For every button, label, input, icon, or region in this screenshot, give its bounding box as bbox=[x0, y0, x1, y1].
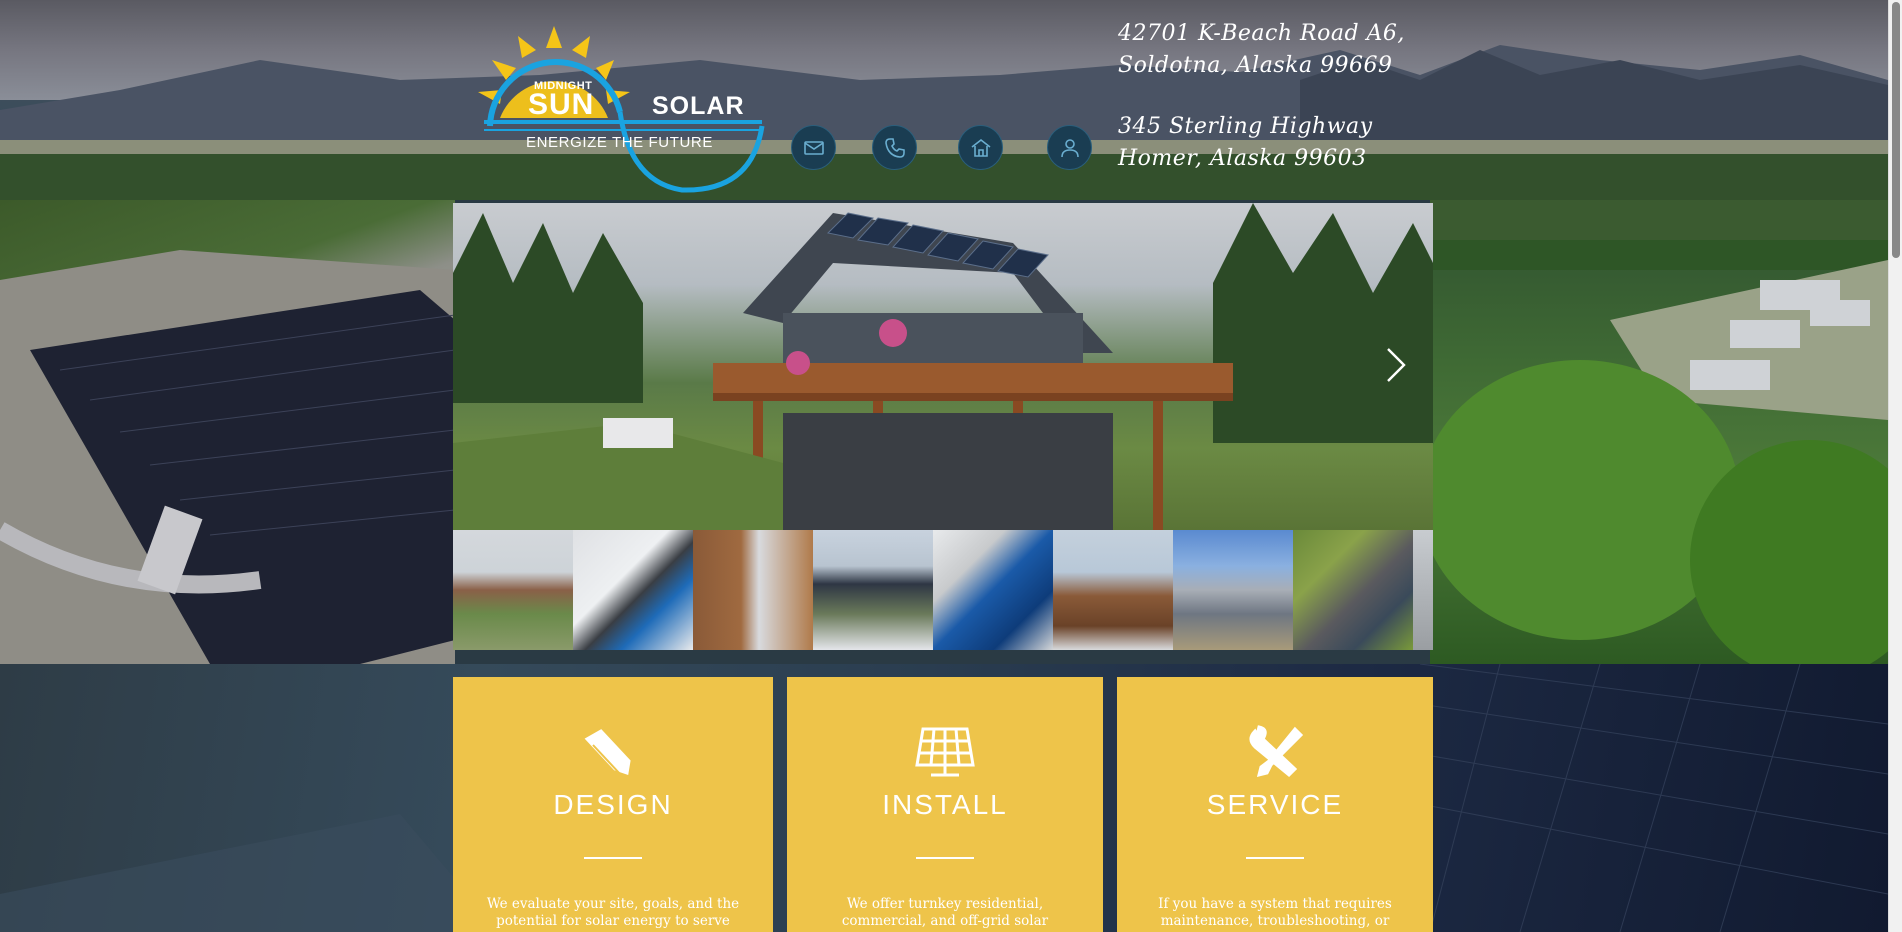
service-title: DESIGN bbox=[553, 789, 673, 820]
aerial-neighborhood bbox=[1420, 200, 1888, 664]
mail-button[interactable] bbox=[791, 125, 836, 170]
service-description: If you have a system that requires maint… bbox=[1158, 896, 1392, 929]
home-icon bbox=[971, 138, 990, 157]
service-description: We offer turnkey residential, commercial… bbox=[841, 896, 1049, 929]
phone-button[interactable] bbox=[872, 125, 917, 170]
site-logo[interactable]: MIDNIGHT SUN SOLAR ENERGIZE THE FUTURE bbox=[462, 22, 778, 198]
solar-panel-icon bbox=[915, 725, 975, 779]
address-line: Homer, Alaska 99603 bbox=[1118, 146, 1367, 171]
service-divider bbox=[916, 857, 974, 859]
service-card-install[interactable]: INSTALL We offer turnkey residential, co… bbox=[787, 677, 1103, 932]
logo-text-solar: SOLAR bbox=[652, 92, 745, 120]
service-description: We evaluate your site, goals, and the po… bbox=[486, 896, 740, 929]
phone-icon bbox=[884, 137, 905, 158]
account-button[interactable] bbox=[1047, 125, 1092, 170]
service-title: INSTALL bbox=[882, 789, 1008, 820]
thumbnail-charge-controllers[interactable] bbox=[573, 530, 693, 650]
hero-right-aerial-image bbox=[1420, 200, 1888, 664]
page-scrollbar[interactable] bbox=[1888, 0, 1902, 932]
scrollbar-thumb[interactable] bbox=[1892, 2, 1900, 258]
logo-tagline: ENERGIZE THE FUTURE bbox=[526, 134, 713, 151]
service-card-service[interactable]: SERVICE If you have a system that requir… bbox=[1117, 677, 1433, 932]
service-title: SERVICE bbox=[1206, 789, 1344, 820]
address-line: Soldotna, Alaska 99669 bbox=[1118, 53, 1393, 78]
address-line: 345 Sterling Highway bbox=[1118, 114, 1373, 139]
user-icon bbox=[1060, 138, 1079, 157]
wrench-screwdriver-icon bbox=[1245, 725, 1305, 779]
thumbnail-ground-mount[interactable] bbox=[813, 530, 933, 650]
gallery-next-button[interactable] bbox=[1382, 345, 1410, 385]
mountain-backdrop bbox=[0, 45, 1888, 200]
service-card-design[interactable]: DESIGN We evaluate your site, goals, and… bbox=[453, 677, 773, 932]
pencil-icon bbox=[583, 725, 643, 779]
chevron-right-icon bbox=[1387, 348, 1406, 382]
thumbnail-barn-roof[interactable] bbox=[1053, 530, 1173, 650]
address-soldotna: 42701 K-Beach Road A6, Soldotna, Alaska … bbox=[1118, 18, 1405, 82]
site-header: MIDNIGHT SUN SOLAR ENERGIZE THE FUTURE 4… bbox=[0, 0, 1888, 200]
hero-left-solar-panel-image bbox=[0, 200, 456, 664]
address-line: 42701 K-Beach Road A6, bbox=[1118, 21, 1405, 46]
mail-icon bbox=[803, 140, 824, 155]
address-homer: 345 Sterling Highway Homer, Alaska 99603 bbox=[1118, 111, 1373, 175]
gallery-thumbnails bbox=[453, 530, 1433, 650]
thumbnail-partial[interactable] bbox=[1413, 530, 1433, 650]
logo-text-sun: SUN bbox=[528, 88, 595, 121]
solar-panel-closeup bbox=[0, 250, 456, 664]
thumbnail-battery-bank[interactable] bbox=[693, 530, 813, 650]
thumbnail-metal-building[interactable] bbox=[1173, 530, 1293, 650]
service-divider bbox=[584, 857, 642, 859]
home-button[interactable] bbox=[958, 125, 1003, 170]
cabin-with-solar-photo bbox=[453, 203, 1433, 530]
gallery-main-image[interactable] bbox=[453, 203, 1433, 530]
service-divider bbox=[1246, 857, 1304, 859]
thumbnail-cabin[interactable] bbox=[453, 530, 573, 650]
thumbnail-generator[interactable] bbox=[933, 530, 1053, 650]
thumbnail-aerial-roof[interactable] bbox=[1293, 530, 1413, 650]
